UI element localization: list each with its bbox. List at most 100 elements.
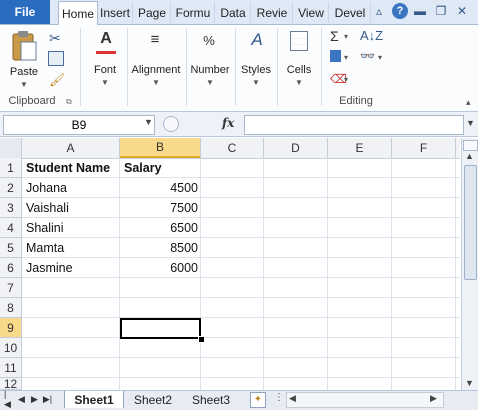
select-all-button[interactable] [0,138,22,158]
row-header[interactable]: 8 [0,298,22,318]
number-dropdown-icon[interactable]: ▼ [188,78,232,87]
cell-b1[interactable]: Salary [120,158,201,178]
fill-handle[interactable] [198,336,205,343]
row-header[interactable]: 4 [0,218,22,238]
insert-worksheet-icon[interactable]: ✦ [250,392,266,408]
dialog-launcher-icon[interactable]: ⧉ [66,97,72,107]
horizontal-scrollbar[interactable] [286,392,444,408]
row-header[interactable]: 7 [0,278,22,298]
cut-icon[interactable]: ✂ [49,30,61,47]
formula-input[interactable] [244,115,464,135]
insert-function-button[interactable]: fx [222,116,234,130]
split-box[interactable] [463,140,478,151]
tab-page-layout[interactable]: Page [134,2,171,23]
tab-formulas[interactable]: Formu [172,2,215,23]
paste-dropdown-icon[interactable]: ▼ [6,80,42,89]
sheet-tab-sheet2[interactable]: Sheet2 [126,391,180,408]
cells-icon[interactable] [290,31,308,51]
group-separator [186,28,187,106]
cell-name[interactable]: Mamta [22,238,120,258]
find-select-icon[interactable]: 👓 [360,49,375,63]
column-header-d[interactable]: D [264,138,328,158]
autosum-dropdown-icon[interactable]: ▾ [344,32,348,41]
scroll-up-icon[interactable]: ▲ [465,151,474,161]
styles-dropdown-icon[interactable]: ▼ [238,78,274,87]
column-header-b[interactable]: B [120,138,201,158]
cell-name[interactable]: Johana [22,178,120,198]
font-dropdown-icon[interactable]: ▼ [86,78,124,87]
row-header[interactable]: 11 [0,358,22,378]
name-box[interactable]: B9 [3,115,155,135]
clear-dropdown-icon[interactable]: ▾ [344,75,348,84]
prev-sheet-icon[interactable]: ◀ [17,393,26,406]
tab-data[interactable]: Data [216,2,251,23]
font-icon[interactable]: A [96,30,116,48]
restore-icon[interactable]: ❐ [433,3,449,19]
ribbon-collapse-icon[interactable]: ▴ [466,97,471,108]
scroll-left-icon[interactable]: ◀ [289,393,296,404]
find-select-dropdown-icon[interactable]: ▾ [378,53,382,62]
name-box-dropdown-icon[interactable]: ▼ [144,117,153,127]
alignment-button[interactable]: Alignment [128,64,184,76]
formula-bar-expander-icon[interactable] [163,116,179,132]
percent-icon[interactable]: % [199,33,219,48]
scroll-right-icon[interactable]: ▶ [430,393,437,404]
active-cell-selection[interactable] [120,318,201,339]
file-tab[interactable]: File [0,0,50,24]
tab-developer[interactable]: Devel [330,2,371,23]
vertical-scroll-thumb[interactable] [464,165,477,280]
row-header[interactable]: 2 [0,178,22,198]
cell-a1[interactable]: Student Name [22,158,120,178]
cell-name[interactable]: Vaishali [22,198,120,218]
fill-dropdown-icon[interactable]: ▾ [344,53,348,62]
column-header-f[interactable]: F [392,138,456,158]
cell-salary[interactable]: 6000 [120,258,201,278]
cell-salary[interactable]: 7500 [120,198,201,218]
format-painter-icon[interactable]: 🖌 [49,72,66,88]
cell-name[interactable]: Shalini [22,218,120,238]
row-header[interactable]: 3 [0,198,22,218]
cells-dropdown-icon[interactable]: ▼ [280,78,318,87]
copy-icon[interactable] [48,51,64,66]
alignment-icon[interactable]: ≡ [146,31,164,48]
next-sheet-icon[interactable]: ▶ [30,393,39,406]
paste-button[interactable]: Paste [6,66,42,78]
row-header[interactable]: 10 [0,338,22,358]
font-button[interactable]: Font [86,64,124,76]
tab-review[interactable]: Revie [252,2,293,23]
column-header-e[interactable]: E [328,138,392,158]
column-header-a[interactable]: A [22,138,120,158]
last-sheet-icon[interactable]: ▶| [43,393,52,406]
autosum-icon[interactable]: Σ [330,28,339,44]
cell-salary[interactable]: 8500 [120,238,201,258]
cells-button[interactable]: Cells [280,64,318,76]
paste-icon[interactable] [10,30,38,62]
row-header[interactable]: 5 [0,238,22,258]
fill-icon[interactable] [330,50,341,62]
sheet-tab-sheet1[interactable]: Sheet1 [64,391,124,408]
expand-formula-bar-icon[interactable]: ▼ [466,118,475,128]
help-icon[interactable]: ? [392,3,408,19]
minimize-icon[interactable]: ▬ [412,3,428,19]
cell-salary[interactable]: 6500 [120,218,201,238]
first-sheet-icon[interactable]: |◀ [4,389,13,409]
tab-insert[interactable]: Insert [98,2,133,23]
sheet-tab-sheet3[interactable]: Sheet3 [184,391,238,408]
alignment-dropdown-icon[interactable]: ▼ [128,78,184,87]
row-header-selected[interactable]: 9 [0,318,22,338]
cell-salary[interactable]: 4500 [120,178,201,198]
ribbon-collapse-icon[interactable]: ▵ [371,3,387,19]
close-icon[interactable]: ✕ [454,3,470,19]
scroll-down-icon[interactable]: ▼ [465,378,474,388]
tab-view[interactable]: View [294,2,329,23]
cell-name[interactable]: Jasmine [22,258,120,278]
column-header-c[interactable]: C [201,138,264,158]
row-header[interactable]: 6 [0,258,22,278]
row-header[interactable]: 1 [0,158,22,178]
styles-icon[interactable]: A [247,30,267,50]
number-button[interactable]: Number [188,64,232,76]
sort-filter-icon[interactable]: A↓Z [360,28,383,43]
tab-home[interactable]: Home [58,1,98,26]
styles-button[interactable]: Styles [238,64,274,76]
tab-split-icon[interactable]: ⋮ [274,392,284,406]
